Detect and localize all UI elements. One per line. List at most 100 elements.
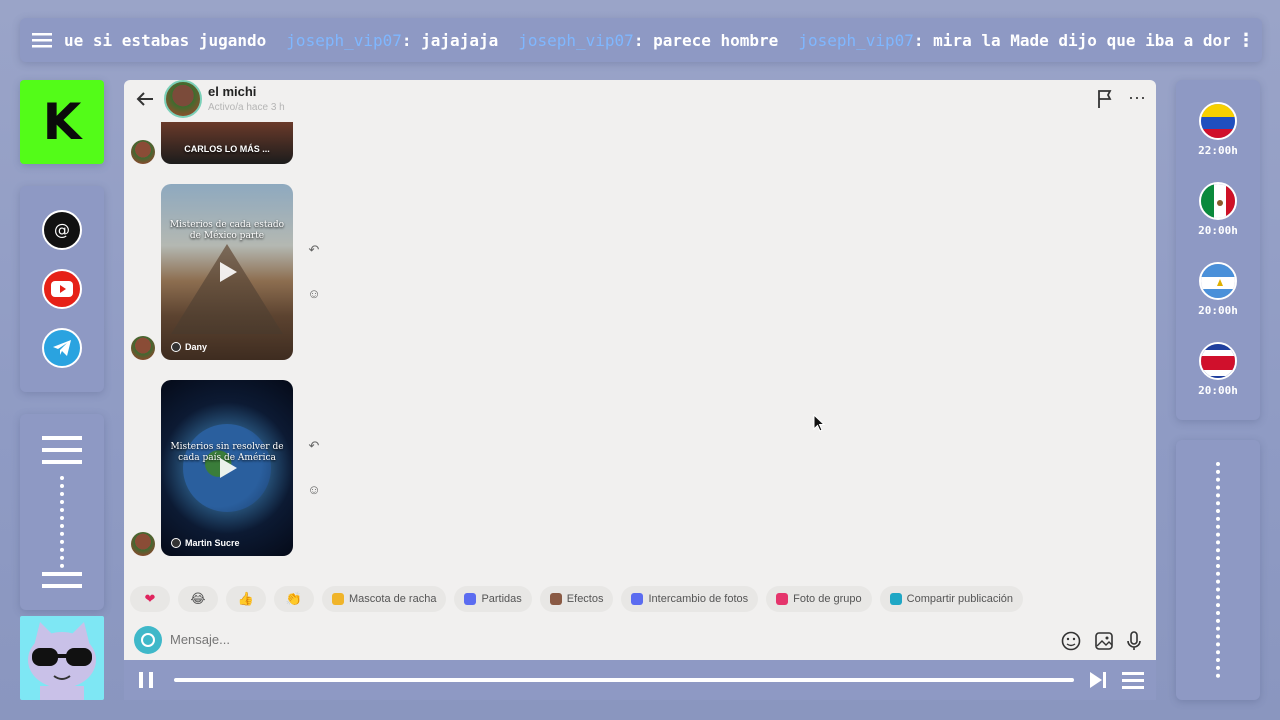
- clap-reaction-chip[interactable]: 👏: [274, 586, 314, 612]
- media-player-bar: [124, 660, 1156, 700]
- decorative-ladder-left: [20, 414, 104, 610]
- streak-pet-chip[interactable]: Mascota de racha: [322, 586, 447, 612]
- microphone-icon[interactable]: [1123, 630, 1145, 652]
- ticker-text: : parece hombre: [633, 30, 779, 50]
- schedule-item: 20:00h: [1176, 182, 1260, 237]
- play-icon[interactable]: [213, 258, 241, 286]
- skip-next-icon[interactable]: [1088, 670, 1108, 690]
- schedule-item: 20:00h: [1176, 262, 1260, 317]
- chat-contact-status: Activo/a hace 3 h: [208, 102, 285, 113]
- quick-actions-row: ❤ 😂 👍 👏 Mascota de racha Partidas Efecto…: [130, 586, 1024, 612]
- reel-message[interactable]: Misterios sin resolver de cada país de A…: [161, 380, 293, 556]
- hamburger-menu-icon[interactable]: [20, 18, 64, 62]
- ladder-bar: [42, 584, 82, 588]
- schedule-time: 20:00h: [1198, 384, 1238, 397]
- more-options-icon[interactable]: ···: [1126, 88, 1148, 110]
- chip-label: Intercambio de fotos: [648, 593, 749, 605]
- sticker-icon[interactable]: [1060, 630, 1082, 652]
- mexico-flag-icon: [1199, 182, 1237, 220]
- mouse-cursor-icon: [813, 414, 825, 432]
- cat-avatar: [20, 616, 104, 700]
- avatar[interactable]: [164, 80, 202, 118]
- reel-author: Dany: [171, 342, 207, 352]
- reel-author-name: Dany: [185, 342, 208, 352]
- kebab-menu-icon[interactable]: ⋮: [1230, 30, 1262, 51]
- venezuela-flag-icon: [1199, 102, 1237, 140]
- message-avatar[interactable]: [131, 532, 155, 556]
- ai-photo-icon: [776, 593, 789, 605]
- heart-reaction-chip[interactable]: ❤: [130, 586, 170, 612]
- ticker-text: ue si estabas jugando: [64, 30, 267, 50]
- report-flag-icon[interactable]: [1094, 88, 1116, 110]
- reply-icon[interactable]: ↶: [304, 240, 324, 260]
- message-avatar[interactable]: [131, 140, 155, 164]
- share-icon: [889, 593, 902, 605]
- streak-pet-icon: [332, 593, 344, 605]
- ladder-dots: [1216, 462, 1220, 678]
- back-arrow-icon[interactable]: [134, 88, 156, 110]
- message-input[interactable]: [170, 632, 770, 647]
- chip-label: Partidas: [481, 593, 522, 605]
- chat-window: el michi Activo/a hace 3 h ··· CARLOS LO…: [124, 80, 1156, 660]
- react-icon[interactable]: ☺: [304, 479, 324, 499]
- kick-logo-letter: K: [42, 93, 82, 151]
- decorative-ladder-right: [1176, 440, 1260, 700]
- reply-icon[interactable]: ↶: [304, 436, 324, 456]
- message-avatar[interactable]: [131, 336, 155, 360]
- ticker-messages: ue si estabas jugando joseph_vip07 : jaj…: [64, 31, 1230, 50]
- schedule-item: 22:00h: [1176, 102, 1260, 157]
- country-schedule: 22:00h 20:00h 20:00h 20:00h: [1176, 80, 1260, 420]
- threads-icon[interactable]: @: [42, 210, 82, 250]
- play-icon[interactable]: [213, 454, 241, 482]
- ladder-dots: [60, 476, 64, 568]
- youtube-icon[interactable]: [42, 269, 82, 309]
- schedule-time: 22:00h: [1198, 144, 1238, 157]
- costa-rica-flag-icon: [1199, 342, 1237, 380]
- chip-label: Foto de grupo: [793, 593, 862, 605]
- gamepad-icon: [464, 593, 477, 605]
- reel-message[interactable]: CARLOS LO MÁS ...: [161, 122, 293, 164]
- reel-author: Martin Sucre: [171, 538, 240, 548]
- ladder-bar: [42, 460, 82, 464]
- chip-label: Mascota de racha: [349, 593, 437, 605]
- ladder-bar: [42, 572, 82, 576]
- chat-contact-name[interactable]: el michi: [208, 84, 256, 99]
- author-avatar: [171, 538, 181, 548]
- gallery-icon[interactable]: [1093, 630, 1115, 652]
- chip-label: Efectos: [566, 593, 604, 605]
- reel-caption: Misterios de cada estado de México parte: [169, 220, 285, 241]
- svg-text:@: @: [54, 220, 70, 239]
- reel-message[interactable]: Misterios de cada estado de México parte…: [161, 184, 293, 360]
- playlist-icon[interactable]: [1122, 670, 1144, 690]
- message-composer: [124, 624, 1156, 660]
- photo-exchange-chip[interactable]: Intercambio de fotos: [621, 586, 759, 612]
- games-chip[interactable]: Partidas: [454, 586, 532, 612]
- telegram-icon[interactable]: [42, 328, 82, 368]
- reel-label: CARLOS LO MÁS ...: [184, 144, 270, 154]
- ladder-bar: [42, 448, 82, 452]
- share-post-chip[interactable]: Compartir publicación: [879, 586, 1024, 612]
- ticker-user: joseph_vip07: [798, 30, 914, 50]
- ticker-text: : jajajaja: [401, 30, 499, 50]
- camera-icon[interactable]: [134, 626, 162, 654]
- pause-icon[interactable]: [136, 670, 156, 690]
- laugh-reaction-chip[interactable]: 😂: [178, 586, 218, 612]
- ticker-user: joseph_vip07: [518, 30, 634, 50]
- ticker-message: joseph_vip07 : parece hombre: [518, 31, 778, 50]
- schedule-item: 20:00h: [1176, 342, 1260, 397]
- progress-bar[interactable]: [174, 678, 1074, 682]
- social-links: @: [20, 186, 104, 392]
- react-icon[interactable]: ☺: [304, 283, 324, 303]
- ticker-text: : mira la Made dijo que iba a dormir y e…: [913, 30, 1230, 50]
- reel-author-name: Martin Sucre: [185, 538, 240, 548]
- ticker-message: joseph_vip07 : mira la Made dijo que iba…: [798, 31, 1230, 50]
- chip-label: Compartir publicación: [906, 593, 1014, 605]
- group-photo-chip[interactable]: Foto de grupo: [766, 586, 872, 612]
- ladder-bar: [42, 436, 82, 440]
- author-avatar: [171, 342, 181, 352]
- thumbs-up-reaction-chip[interactable]: 👍: [226, 586, 266, 612]
- ticker-message: ue si estabas jugando: [64, 31, 266, 50]
- kick-logo[interactable]: K: [20, 80, 104, 164]
- photo-exchange-icon: [631, 593, 644, 605]
- effects-chip[interactable]: Efectos: [539, 586, 614, 612]
